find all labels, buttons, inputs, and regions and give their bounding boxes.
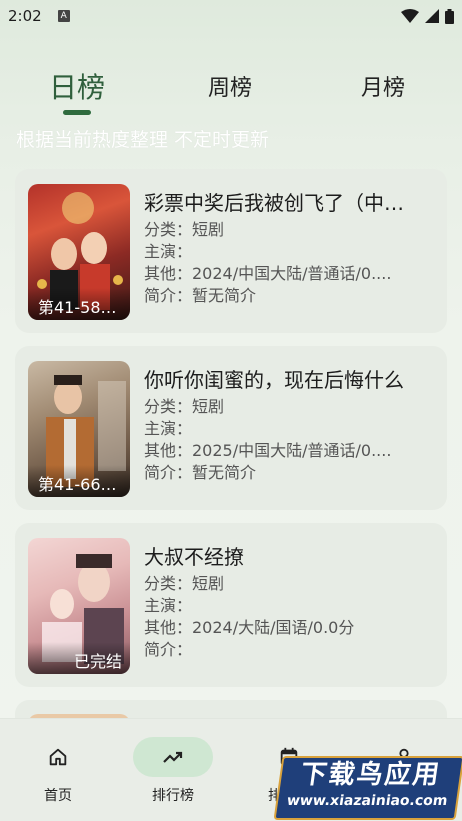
nav-home[interactable]: 首页 xyxy=(16,737,100,805)
poster-caption: 已完结 xyxy=(28,642,130,674)
ranking-list: 第41-58… 彩票中奖后我被创飞了（中… 分类：短剧 主演： 其他：2024/… xyxy=(15,169,447,700)
item-title: 你听你闺蜜的，现在后悔什么 xyxy=(144,368,404,390)
nav-ranking[interactable]: 排行榜 xyxy=(131,737,215,805)
item-other: 其他：2024/中国大陆/普通话/0.... xyxy=(144,264,392,283)
item-category: 分类：短剧 xyxy=(144,220,225,239)
signal-icon xyxy=(425,9,439,23)
ranking-subtitle: 根据当前热度整理 不定时更新 xyxy=(16,129,270,151)
item-cast: 主演： xyxy=(144,596,193,615)
status-icons xyxy=(401,8,454,24)
item-cast: 主演： xyxy=(144,419,193,438)
item-intro: 简介： xyxy=(144,640,193,659)
nav-label: 首页 xyxy=(44,788,72,804)
notification-badge: A xyxy=(57,10,70,22)
poster-caption: 第41-58… xyxy=(28,288,130,320)
trending-icon xyxy=(163,751,183,763)
ranking-tabs: 日榜 周榜 月榜 xyxy=(0,70,462,120)
poster-image: 第41-66… xyxy=(28,361,130,497)
wifi-icon xyxy=(401,9,419,23)
item-cast: 主演： xyxy=(144,242,193,261)
list-item[interactable]: 已完结 大叔不经撩 分类：短剧 主演： 其他：2024/大陆/国语/0.0分 简… xyxy=(15,523,447,687)
status-bar: 2:02 A xyxy=(0,0,462,32)
list-item[interactable]: 第41-66… 你听你闺蜜的，现在后悔什么 分类：短剧 主演： 其他：2025/… xyxy=(15,346,447,510)
item-title: 彩票中奖后我被创飞了（中… xyxy=(144,191,404,213)
item-title: 大叔不经撩 xyxy=(144,545,244,567)
home-icon xyxy=(49,748,67,766)
watermark-main: 下载鸟应用 xyxy=(298,760,443,790)
poster-image: 已完结 xyxy=(28,538,130,674)
poster-caption: 第41-66… xyxy=(28,465,130,497)
tab-weekly[interactable]: 周榜 xyxy=(208,70,252,102)
item-intro: 简介：暂无简介 xyxy=(144,463,257,482)
tab-monthly[interactable]: 月榜 xyxy=(361,70,405,102)
list-item[interactable]: 第41-58… 彩票中奖后我被创飞了（中… 分类：短剧 主演： 其他：2024/… xyxy=(15,169,447,333)
item-category: 分类：短剧 xyxy=(144,397,225,416)
tab-indicator xyxy=(63,110,91,115)
tab-daily[interactable]: 日榜 xyxy=(49,66,105,106)
item-intro: 简介：暂无简介 xyxy=(144,286,257,305)
battery-icon xyxy=(445,8,454,24)
item-other: 其他：2025/中国大陆/普通话/0.... xyxy=(144,441,392,460)
watermark-url: www.xiazainiao.com xyxy=(285,793,449,809)
watermark-logo: 下载鸟应用 www.xiazainiao.com xyxy=(273,756,462,820)
item-other: 其他：2024/大陆/国语/0.0分 xyxy=(144,618,355,637)
nav-label: 排行榜 xyxy=(152,788,194,804)
item-category: 分类：短剧 xyxy=(144,574,225,593)
status-time: 2:02 xyxy=(8,7,42,25)
poster-image: 第41-58… xyxy=(28,184,130,320)
